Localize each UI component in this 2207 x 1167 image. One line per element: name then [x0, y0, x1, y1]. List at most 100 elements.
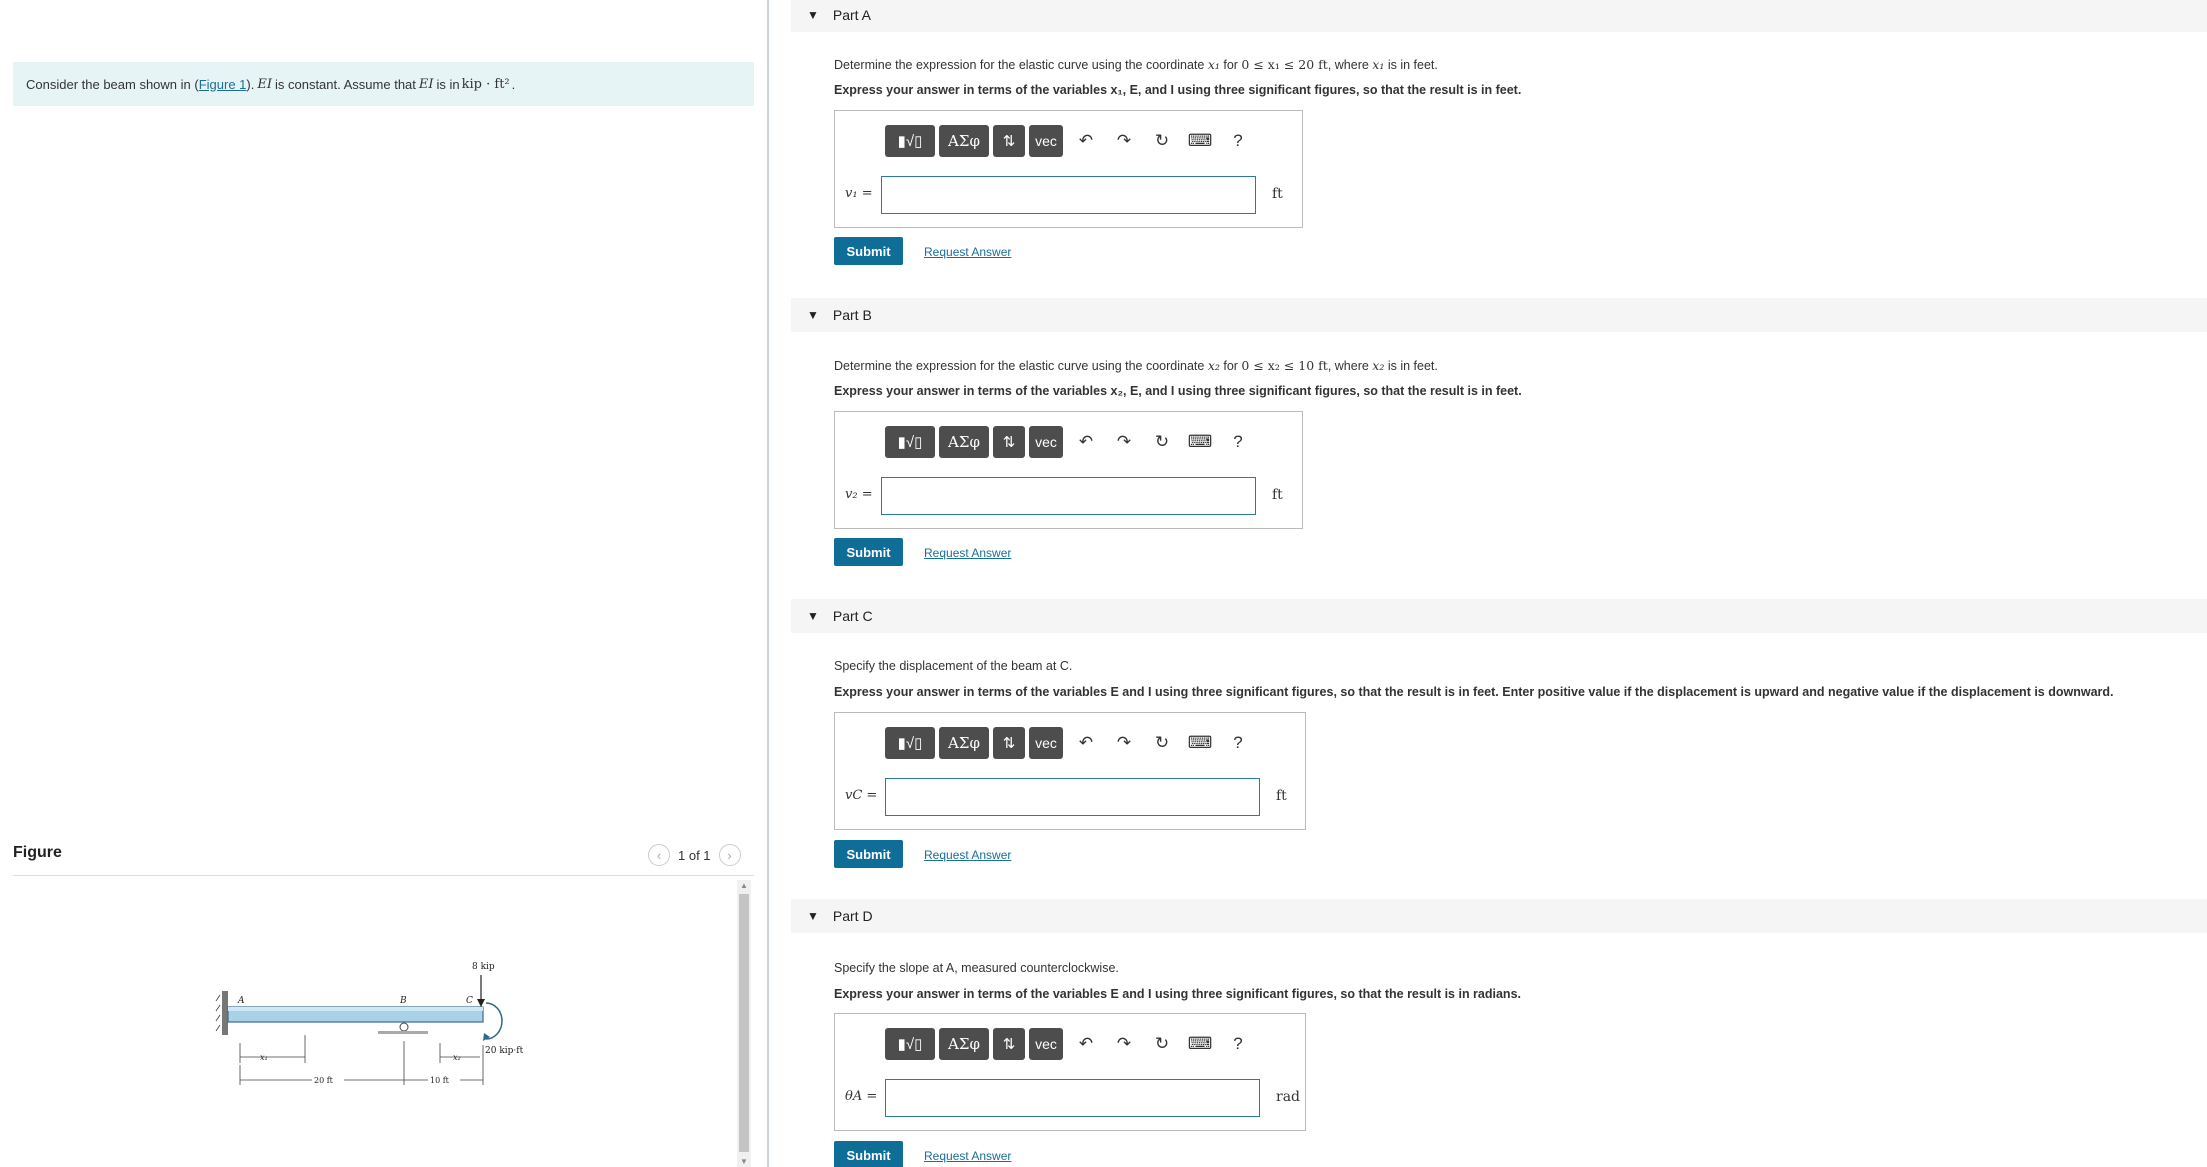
problem-pane: Consider the beam shown in (Figure 1). E…: [0, 0, 768, 1167]
part-title: Part A: [832, 7, 872, 23]
redo-icon[interactable]: ↷: [1105, 1034, 1143, 1054]
scroll-down-icon[interactable]: ▼: [740, 1157, 748, 1166]
x1-label: x₁: [260, 1053, 268, 1062]
keyboard-icon[interactable]: ⌨: [1181, 432, 1219, 452]
load-arrow-head: [477, 999, 485, 1007]
part-a-header[interactable]: ▼ Part A: [791, 0, 2207, 32]
undo-icon[interactable]: ↶: [1067, 733, 1105, 753]
moment-arrow: [485, 1002, 503, 1040]
part-c-instructions: Express your answer in terms of the vari…: [834, 685, 2114, 699]
x2-label: x₂: [453, 1053, 461, 1062]
moment-label: 20 kip·ft: [485, 1046, 524, 1056]
submit-button[interactable]: Submit: [834, 538, 903, 566]
templates-button[interactable]: ▮√▯: [885, 426, 935, 458]
submit-button[interactable]: Submit: [834, 840, 903, 868]
answer-input[interactable]: [881, 176, 1256, 214]
part-c-answer-box: ▮√▯ ΑΣφ ⇅ vec ↶ ↷ ↻ ⌨ ? vC = ft: [834, 712, 1306, 830]
reset-icon[interactable]: ↻: [1143, 131, 1181, 151]
collapse-icon[interactable]: ▼: [807, 308, 819, 322]
help-icon[interactable]: ?: [1219, 131, 1257, 151]
span-ab-label: 20 ft: [314, 1076, 334, 1085]
sort-icon[interactable]: ⇅: [993, 1028, 1025, 1060]
scroll-up-icon[interactable]: ▲: [740, 881, 748, 890]
vector-button[interactable]: vec: [1029, 1028, 1063, 1060]
problem-statement: Consider the beam shown in (Figure 1). E…: [13, 62, 754, 106]
part-title: Part B: [832, 307, 872, 323]
undo-icon[interactable]: ↶: [1067, 1034, 1105, 1054]
help-icon[interactable]: ?: [1219, 432, 1257, 452]
greek-symbols-button[interactable]: ΑΣφ: [939, 426, 989, 458]
beam-highlight: [228, 1007, 483, 1011]
keyboard-icon[interactable]: ⌨: [1181, 733, 1219, 753]
templates-button[interactable]: ▮√▯: [885, 125, 935, 157]
collapse-icon[interactable]: ▼: [807, 8, 819, 22]
pane-divider[interactable]: [767, 0, 769, 1167]
sort-icon[interactable]: ⇅: [993, 426, 1025, 458]
collapse-icon[interactable]: ▼: [807, 609, 819, 623]
part-b-header[interactable]: ▼ Part B: [791, 298, 2207, 332]
figure-title: Figure: [13, 844, 62, 861]
figure-pager: ‹ 1 of 1 ›: [648, 844, 741, 866]
next-figure-button[interactable]: ›: [718, 844, 741, 866]
ei-units: kip · ft²: [461, 76, 510, 92]
collapse-icon[interactable]: ▼: [807, 909, 819, 923]
intro-text: ).: [246, 76, 255, 92]
fixed-support-wall: [222, 991, 228, 1035]
vector-button[interactable]: vec: [1029, 125, 1063, 157]
math-toolbar: ▮√▯ ΑΣφ ⇅ vec ↶ ↷ ↻ ⌨ ?: [885, 1028, 1257, 1060]
part-b-instructions: Express your answer in terms of the vari…: [834, 384, 1522, 398]
figure-link[interactable]: Figure 1: [199, 77, 247, 92]
greek-symbols-button[interactable]: ΑΣφ: [939, 1028, 989, 1060]
part-c-header[interactable]: ▼ Part C: [791, 599, 2207, 633]
answer-input[interactable]: [885, 778, 1260, 816]
part-a-instructions: Express your answer in terms of the vari…: [834, 83, 1522, 97]
wall-hatching: [215, 994, 221, 1032]
answer-input[interactable]: [885, 1079, 1260, 1117]
redo-icon[interactable]: ↷: [1105, 131, 1143, 151]
request-answer-link[interactable]: Request Answer: [924, 245, 1011, 259]
figure-divider: [13, 875, 754, 876]
templates-button[interactable]: ▮√▯: [885, 1028, 935, 1060]
keyboard-icon[interactable]: ⌨: [1181, 1034, 1219, 1054]
templates-button[interactable]: ▮√▯: [885, 727, 935, 759]
submit-button[interactable]: Submit: [834, 237, 903, 265]
figure-scrollbar[interactable]: ▲ ▼: [737, 880, 751, 1167]
answer-unit: ft: [1272, 186, 1283, 202]
request-answer-link[interactable]: Request Answer: [924, 848, 1011, 862]
redo-icon[interactable]: ↷: [1105, 432, 1143, 452]
help-icon[interactable]: ?: [1219, 733, 1257, 753]
request-answer-link[interactable]: Request Answer: [924, 1149, 1011, 1163]
answer-unit: ft: [1276, 788, 1287, 804]
part-d-question: Specify the slope at A, measured counter…: [834, 961, 1119, 975]
redo-icon[interactable]: ↷: [1105, 733, 1143, 753]
vector-button[interactable]: vec: [1029, 727, 1063, 759]
part-b-question: Determine the expression for the elastic…: [834, 358, 1438, 373]
load-label: 8 kip: [472, 962, 495, 972]
part-a-answer-box: ▮√▯ ΑΣφ ⇅ vec ↶ ↷ ↻ ⌨ ? v₁ = ft: [834, 110, 1303, 228]
answer-label: θA =: [845, 1089, 878, 1104]
moment-arrow-head: [483, 1033, 490, 1041]
part-d-header[interactable]: ▼ Part D: [791, 899, 2207, 933]
request-answer-link[interactable]: Request Answer: [924, 546, 1011, 560]
reset-icon[interactable]: ↻: [1143, 733, 1181, 753]
reset-icon[interactable]: ↻: [1143, 432, 1181, 452]
part-a-question: Determine the expression for the elastic…: [834, 57, 1438, 72]
undo-icon[interactable]: ↶: [1067, 131, 1105, 151]
prev-figure-button[interactable]: ‹: [648, 844, 670, 866]
point-c-label: C: [466, 996, 473, 1006]
greek-symbols-button[interactable]: ΑΣφ: [939, 727, 989, 759]
submit-button[interactable]: Submit: [834, 1141, 903, 1167]
intro-text: .: [511, 76, 516, 92]
help-icon[interactable]: ?: [1219, 1034, 1257, 1054]
answer-input[interactable]: [881, 477, 1256, 515]
span-bc-label: 10 ft: [430, 1076, 450, 1085]
undo-icon[interactable]: ↶: [1067, 432, 1105, 452]
greek-symbols-button[interactable]: ΑΣφ: [939, 125, 989, 157]
sort-icon[interactable]: ⇅: [993, 125, 1025, 157]
vector-button[interactable]: vec: [1029, 426, 1063, 458]
reset-icon[interactable]: ↻: [1143, 1034, 1181, 1054]
sort-icon[interactable]: ⇅: [993, 727, 1025, 759]
keyboard-icon[interactable]: ⌨: [1181, 131, 1219, 151]
part-b-answer-box: ▮√▯ ΑΣφ ⇅ vec ↶ ↷ ↻ ⌨ ? v₂ = ft: [834, 411, 1303, 529]
scrollbar-thumb[interactable]: [739, 894, 749, 1152]
